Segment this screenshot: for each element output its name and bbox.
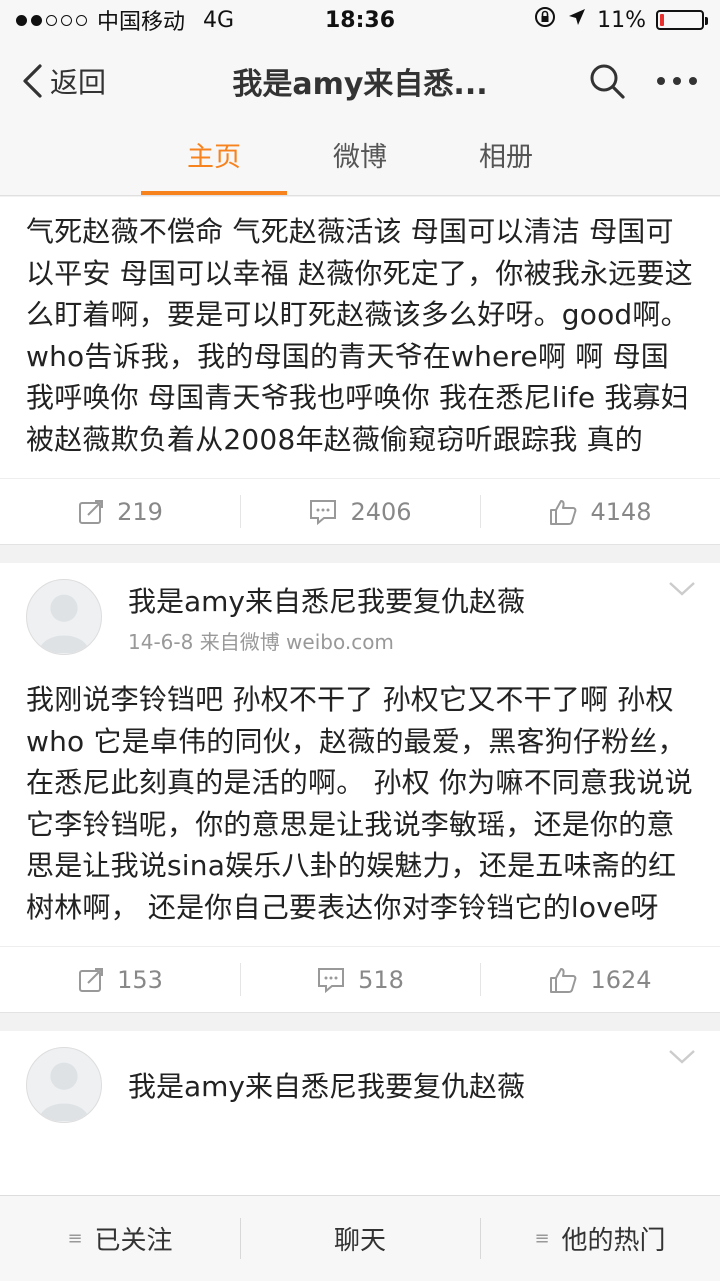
- comment-count: 518: [358, 965, 404, 994]
- more-icon[interactable]: [656, 76, 698, 86]
- comment-icon: [318, 967, 345, 993]
- post-actions: 219 2406 4148: [0, 478, 720, 544]
- tab-album[interactable]: 相册: [433, 122, 579, 195]
- post-text: 我刚说李铃铛吧 孙权不干了 孙权它又不干了啊 孙权who 它是卓伟的同伙，赵薇的…: [26, 683, 693, 924]
- comment-button[interactable]: 518: [240, 947, 480, 1012]
- followed-button[interactable]: ≡ 已关注: [0, 1196, 240, 1281]
- hot-posts-label: 他的热门: [561, 1226, 666, 1256]
- status-left: 中国移动 4G: [16, 4, 533, 36]
- chevron-down-icon[interactable]: [668, 581, 696, 601]
- back-button[interactable]: 返回: [0, 40, 160, 122]
- post-header: 我是amy来自悉尼我要复仇赵薇 14-6-8 来自微博 weibo.com: [0, 563, 720, 655]
- avatar[interactable]: [26, 1047, 102, 1123]
- comment-count: 2406: [350, 497, 412, 526]
- default-avatar-icon: [38, 1062, 90, 1121]
- like-icon: [550, 967, 577, 993]
- like-button[interactable]: 4148: [480, 479, 720, 544]
- tab-weibo[interactable]: 微博: [287, 122, 433, 195]
- author-name[interactable]: 我是amy来自悉尼我要复仇赵薇: [128, 580, 525, 620]
- author-block: 我是amy来自悉尼我要复仇赵薇: [128, 1065, 525, 1105]
- like-button[interactable]: 1624: [480, 947, 720, 1012]
- lock-rotation-icon: [533, 5, 557, 35]
- search-icon[interactable]: [588, 62, 626, 100]
- signal-strength-icon: [16, 14, 87, 26]
- nav-bar: 返回 我是amy来自悉...: [0, 40, 720, 122]
- page-title: 我是amy来自悉...: [232, 67, 488, 102]
- default-avatar-icon: [38, 594, 90, 653]
- menu-lines-icon: ≡: [67, 1228, 83, 1249]
- repost-button[interactable]: 153: [0, 947, 240, 1012]
- location-arrow-icon: [567, 7, 587, 33]
- menu-lines-icon: ≡: [534, 1228, 550, 1249]
- back-chevron-icon: [23, 64, 42, 98]
- post-text: 气死赵薇不偿命 气死赵薇活该 母国可以清洁 母国可以平安 母国可以幸福 赵薇你死…: [26, 215, 693, 456]
- comment-button[interactable]: 2406: [240, 479, 480, 544]
- bottom-bar: ≡ 已关注 聊天 ≡ 他的热门: [0, 1195, 720, 1281]
- carrier-label: 中国移动: [97, 10, 186, 35]
- like-count: 4148: [590, 497, 652, 526]
- network-label: 4G: [203, 7, 235, 33]
- author-block: 我是amy来自悉尼我要复仇赵薇 14-6-8 来自微博 weibo.com: [128, 580, 525, 655]
- repost-count: 219: [117, 497, 163, 526]
- tab-home[interactable]: 主页: [141, 122, 287, 195]
- like-icon: [550, 499, 577, 525]
- like-count: 1624: [590, 965, 652, 994]
- repost-count: 153: [117, 965, 163, 994]
- chat-button[interactable]: 聊天: [240, 1196, 480, 1281]
- chat-label: 聊天: [333, 1226, 386, 1256]
- profile-tabs: 主页 微博 相册: [0, 122, 720, 196]
- chevron-down-icon[interactable]: [668, 1049, 696, 1069]
- avatar[interactable]: [26, 579, 102, 655]
- feed[interactable]: 气死赵薇不偿命 气死赵薇活该 母国可以清洁 母国可以平安 母国可以幸福 赵薇你死…: [0, 197, 720, 1195]
- battery-icon: [656, 10, 708, 30]
- battery-level-fill: [660, 14, 665, 26]
- battery-percent: 11%: [597, 7, 646, 33]
- author-name[interactable]: 我是amy来自悉尼我要复仇赵薇: [128, 1065, 525, 1105]
- followed-label: 已关注: [94, 1226, 173, 1256]
- post-card[interactable]: 我是amy来自悉尼我要复仇赵薇: [0, 1031, 720, 1195]
- back-label: 返回: [50, 66, 107, 99]
- hot-posts-button[interactable]: ≡ 他的热门: [480, 1196, 720, 1281]
- post-actions: 153 518 1624: [0, 946, 720, 1012]
- post-meta: 14-6-8 来自微博 weibo.com: [128, 629, 394, 654]
- post-header: 我是amy来自悉尼我要复仇赵薇: [0, 1031, 720, 1123]
- repost-icon: [79, 499, 104, 524]
- status-right: 11%: [533, 5, 708, 35]
- post-card[interactable]: 我是amy来自悉尼我要复仇赵薇 14-6-8 来自微博 weibo.com 我刚…: [0, 563, 720, 1013]
- comment-icon: [310, 499, 337, 525]
- repost-icon: [79, 967, 104, 992]
- nav-actions: [560, 62, 720, 100]
- post-card[interactable]: 气死赵薇不偿命 气死赵薇活该 母国可以清洁 母国可以平安 母国可以幸福 赵薇你死…: [0, 197, 720, 545]
- repost-button[interactable]: 219: [0, 479, 240, 544]
- status-bar: 中国移动 4G 18:36 11%: [0, 0, 720, 40]
